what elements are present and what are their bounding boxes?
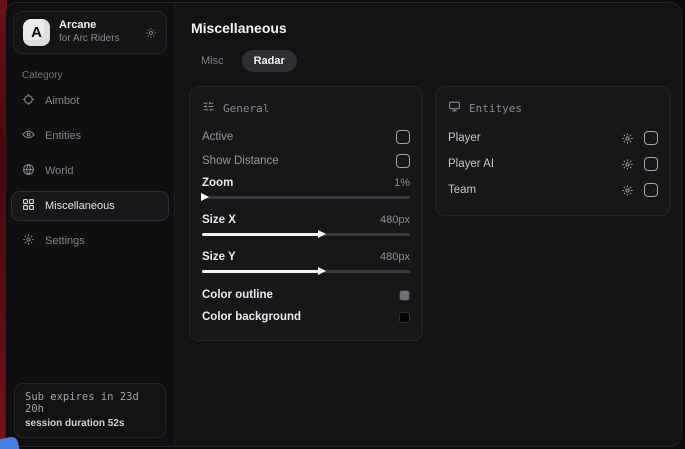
size-y-slider-block: Size Y 480px	[202, 247, 410, 284]
sidebar: A Arcane for Arc Riders Category	[6, 3, 175, 446]
entity-row-player-ai: Player AI	[448, 151, 658, 177]
toggle-label: Show Distance	[202, 155, 279, 167]
sidebar-item-label: Miscellaneous	[45, 200, 115, 212]
gear-icon[interactable]	[621, 158, 634, 171]
player-ai-checkbox[interactable]	[644, 157, 658, 171]
zoom-slider-block: Zoom 1%	[202, 173, 410, 210]
toggle-row-show-distance: Show Distance	[202, 149, 410, 173]
color-background-row: Color background	[202, 306, 410, 328]
category-label: Category	[22, 70, 174, 81]
panel-title: Entityes	[469, 102, 522, 115]
size-y-slider[interactable]	[202, 270, 410, 273]
show-distance-checkbox[interactable]	[396, 154, 410, 168]
entity-label: Team	[448, 184, 621, 196]
toggle-label: Active	[202, 131, 233, 143]
tab-bar: Misc Radar	[189, 50, 671, 72]
entity-row-player: Player	[448, 125, 658, 151]
app-title: Arcane	[59, 19, 120, 33]
slider-label: Size Y	[202, 251, 236, 263]
slider-value: 1%	[394, 177, 410, 189]
sidebar-item-world[interactable]: World	[11, 156, 169, 186]
tab-misc[interactable]: Misc	[189, 50, 236, 72]
sidebar-item-label: World	[45, 165, 74, 177]
sidebar-item-aimbot[interactable]: Aimbot	[11, 86, 169, 116]
slider-thumb[interactable]	[318, 267, 326, 275]
gear-icon	[22, 233, 35, 249]
entity-row-team: Team	[448, 177, 658, 203]
color-outline-swatch[interactable]	[399, 290, 410, 301]
color-outline-row: Color outline	[202, 284, 410, 306]
panel-title: General	[223, 102, 269, 115]
slider-value: 480px	[380, 251, 410, 263]
session-duration-text: session duration 52s	[25, 418, 155, 429]
eye-icon	[22, 128, 35, 144]
size-x-slider-block: Size X 480px	[202, 210, 410, 247]
sub-expiry-text: Sub expires in 23d 20h	[25, 391, 155, 415]
entity-label: Player AI	[448, 158, 621, 170]
gear-icon[interactable]	[145, 27, 157, 39]
monitor-icon	[448, 100, 461, 116]
toggle-row-active: Active	[202, 125, 410, 149]
subscription-card: Sub expires in 23d 20h session duration …	[14, 383, 166, 438]
gear-icon[interactable]	[621, 132, 634, 145]
sidebar-item-label: Entities	[45, 130, 81, 142]
slider-thumb[interactable]	[201, 193, 209, 201]
globe-icon	[22, 163, 35, 179]
app-logo: A	[23, 19, 50, 46]
logo-card: A Arcane for Arc Riders	[13, 11, 167, 54]
sidebar-item-entities[interactable]: Entities	[11, 121, 169, 151]
slider-label: Size X	[202, 214, 236, 226]
main-content: Miscellaneous Misc Radar General	[175, 3, 682, 446]
entity-label: Player	[448, 132, 621, 144]
team-checkbox[interactable]	[644, 183, 658, 197]
app-subtitle: for Arc Riders	[59, 33, 120, 46]
desktop-background: A Arcane for Arc Riders Category	[0, 0, 685, 449]
size-x-slider[interactable]	[202, 233, 410, 236]
sliders-icon	[202, 100, 215, 116]
crosshair-icon	[22, 93, 35, 109]
slider-label: Zoom	[202, 177, 233, 189]
sidebar-item-miscellaneous[interactable]: Miscellaneous	[11, 191, 169, 221]
app-window: A Arcane for Arc Riders Category	[5, 2, 682, 447]
sidebar-item-settings[interactable]: Settings	[11, 226, 169, 256]
tab-radar[interactable]: Radar	[242, 50, 297, 72]
player-checkbox[interactable]	[644, 131, 658, 145]
gear-icon[interactable]	[621, 184, 634, 197]
color-label: Color background	[202, 311, 301, 323]
sidebar-nav: Aimbot Entities World	[6, 86, 174, 256]
grid-icon	[22, 198, 35, 214]
page-title: Miscellaneous	[191, 20, 671, 36]
color-background-swatch[interactable]	[399, 312, 410, 323]
color-label: Color outline	[202, 289, 273, 301]
sidebar-item-label: Settings	[45, 235, 85, 247]
general-panel: General Active Show Distance Zoom 1%	[189, 86, 423, 341]
slider-value: 480px	[380, 214, 410, 226]
sidebar-item-label: Aimbot	[45, 95, 79, 107]
zoom-slider[interactable]	[202, 196, 410, 199]
entities-panel: Entityes Player Player AI	[435, 86, 671, 216]
active-checkbox[interactable]	[396, 130, 410, 144]
slider-thumb[interactable]	[318, 230, 326, 238]
